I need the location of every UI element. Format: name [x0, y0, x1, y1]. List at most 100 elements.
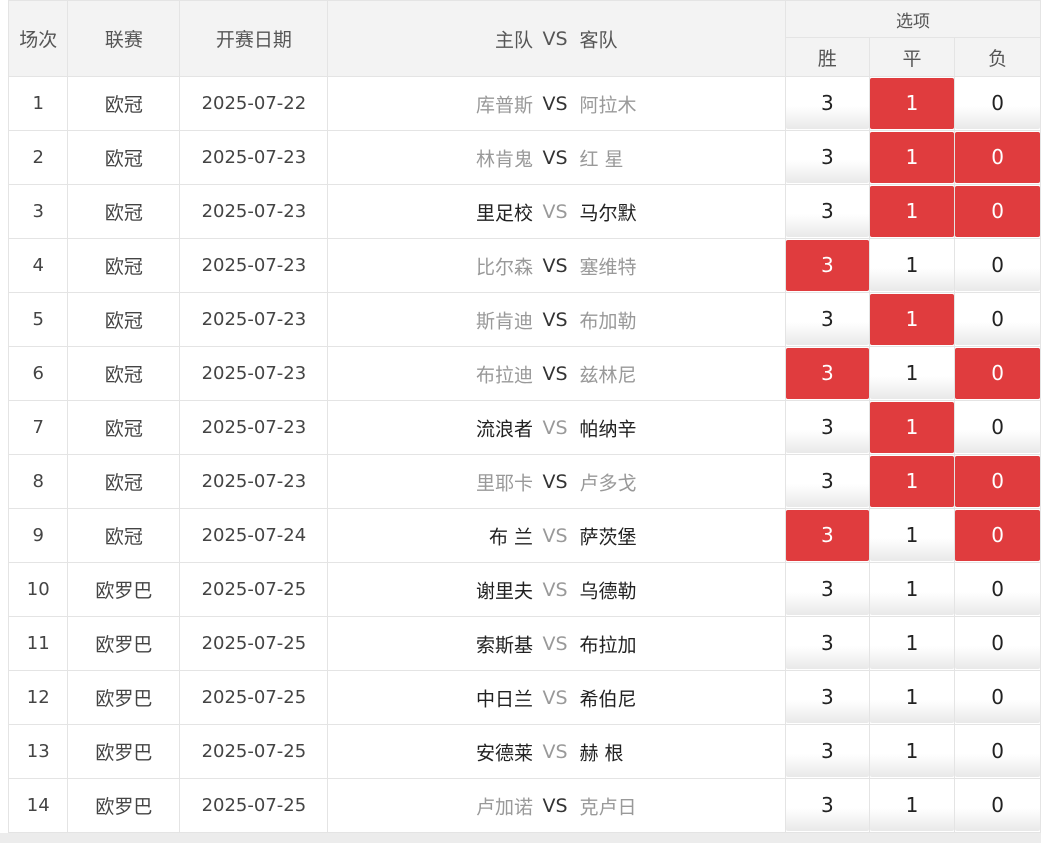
- match-cell: 谢里夫 VS 乌德勒: [327, 562, 786, 617]
- option-draw-button[interactable]: 1: [869, 402, 955, 453]
- header-league: 联赛: [67, 0, 181, 77]
- option-loss-button[interactable]: 0: [955, 564, 1040, 615]
- away-team: 布加勒: [579, 310, 637, 332]
- date-cell: 2025-07-25: [179, 562, 329, 617]
- option-draw-button[interactable]: 1: [869, 132, 955, 183]
- option-loss-button[interactable]: 0: [955, 402, 1040, 453]
- league-cell: 欧冠: [67, 454, 181, 509]
- option-draw-button[interactable]: 1: [869, 564, 955, 615]
- option-draw-button[interactable]: 1: [869, 672, 955, 723]
- match-no-cell: 11: [7, 616, 69, 671]
- option-draw-button[interactable]: 1: [869, 510, 955, 561]
- option-draw-button[interactable]: 1: [869, 294, 955, 345]
- home-team: 里足校: [475, 202, 533, 224]
- table-row: 8 欧冠 2025-07-23 里耶卡 VS 卢多戈 3 1 0: [7, 454, 1041, 509]
- option-win-cell: 3: [784, 724, 870, 779]
- option-draw-button[interactable]: 1: [869, 186, 955, 237]
- table-body: 1 欧冠 2025-07-22 库普斯 VS 阿拉木 3 1 0 2 欧冠 20…: [7, 76, 1041, 833]
- table-row: 12 欧罗巴 2025-07-25 中日兰 VS 希伯尼 3 1 0: [7, 670, 1041, 725]
- option-win-button[interactable]: 3: [785, 510, 869, 561]
- away-team: 红 星: [579, 148, 624, 170]
- match-no-cell: 4: [7, 238, 69, 293]
- page: 场次 联赛 开赛日期 主队 VS 客队 选项 胜 平 负 1 欧冠 2025-0…: [0, 0, 1041, 843]
- match-cell: 中日兰 VS 希伯尼: [327, 670, 786, 725]
- vs-label: VS: [542, 416, 568, 439]
- table-row: 10 欧罗巴 2025-07-25 谢里夫 VS 乌德勒 3 1 0: [7, 562, 1041, 617]
- match-no-cell: 6: [7, 346, 69, 401]
- option-win-button[interactable]: 3: [785, 672, 869, 723]
- match-cell: 库普斯 VS 阿拉木: [327, 76, 786, 131]
- option-win-button[interactable]: 3: [785, 186, 869, 237]
- match-cell: 安德莱 VS 赫 根: [327, 724, 786, 779]
- option-win-button[interactable]: 3: [785, 402, 869, 453]
- option-loss-button[interactable]: 0: [955, 348, 1040, 399]
- option-loss-button[interactable]: 0: [955, 726, 1040, 777]
- table-row: 1 欧冠 2025-07-22 库普斯 VS 阿拉木 3 1 0: [7, 76, 1041, 131]
- match-no-cell: 13: [7, 724, 69, 779]
- option-loss-button[interactable]: 0: [955, 456, 1040, 507]
- option-draw-button[interactable]: 1: [869, 456, 955, 507]
- league-cell: 欧罗巴: [67, 670, 181, 725]
- option-loss-button[interactable]: 0: [955, 672, 1040, 723]
- option-loss-button[interactable]: 0: [955, 780, 1040, 831]
- option-win-button[interactable]: 3: [785, 780, 869, 831]
- option-win-button[interactable]: 3: [785, 348, 869, 399]
- option-draw-button[interactable]: 1: [869, 240, 955, 291]
- option-win-button[interactable]: 3: [785, 240, 869, 291]
- header-option-loss: 负: [954, 37, 1041, 77]
- option-loss-cell: 0: [954, 130, 1041, 185]
- table-row: 2 欧冠 2025-07-23 林肯鬼 VS 红 星 3 1 0: [7, 130, 1041, 185]
- option-loss-button[interactable]: 0: [955, 294, 1040, 345]
- match-no-cell: 12: [7, 670, 69, 725]
- option-win-button[interactable]: 3: [785, 78, 869, 129]
- league-cell: 欧冠: [67, 346, 181, 401]
- option-win-button[interactable]: 3: [785, 564, 869, 615]
- vs-label: VS: [542, 632, 568, 655]
- option-draw-button[interactable]: 1: [869, 78, 955, 129]
- date-cell: 2025-07-23: [179, 400, 329, 455]
- option-draw-button[interactable]: 1: [869, 618, 955, 669]
- horizontal-scrollbar[interactable]: [0, 833, 1041, 843]
- table-row: 7 欧冠 2025-07-23 流浪者 VS 帕纳辛 3 1 0: [7, 400, 1041, 455]
- league-cell: 欧冠: [67, 238, 181, 293]
- header-options: 选项: [784, 0, 1041, 38]
- table-row: 9 欧冠 2025-07-24 布 兰 VS 萨茨堡 3 1 0: [7, 508, 1041, 563]
- match-no-cell: 9: [7, 508, 69, 563]
- option-loss-button[interactable]: 0: [955, 618, 1040, 669]
- vs-label: VS: [542, 308, 568, 331]
- league-cell: 欧冠: [67, 130, 181, 185]
- match-cell: 比尔森 VS 塞维特: [327, 238, 786, 293]
- option-loss-button[interactable]: 0: [955, 510, 1040, 561]
- date-cell: 2025-07-22: [179, 76, 329, 131]
- option-draw-button[interactable]: 1: [869, 726, 955, 777]
- option-loss-button[interactable]: 0: [955, 132, 1040, 183]
- date-cell: 2025-07-23: [179, 346, 329, 401]
- vs-label: VS: [542, 254, 568, 277]
- option-win-cell: 3: [784, 616, 870, 671]
- option-draw-button[interactable]: 1: [869, 780, 955, 831]
- option-draw-cell: 1: [868, 778, 956, 833]
- away-team: 兹林尼: [579, 364, 637, 386]
- header-match-no: 场次: [7, 0, 69, 77]
- option-loss-button[interactable]: 0: [955, 240, 1040, 291]
- home-team: 谢里夫: [475, 580, 533, 602]
- home-team: 中日兰: [475, 688, 533, 710]
- home-team: 流浪者: [475, 418, 533, 440]
- header-date: 开赛日期: [179, 0, 329, 77]
- date-cell: 2025-07-23: [179, 454, 329, 509]
- option-win-button[interactable]: 3: [785, 132, 869, 183]
- option-win-button[interactable]: 3: [785, 618, 869, 669]
- option-loss-button[interactable]: 0: [955, 186, 1040, 237]
- option-draw-button[interactable]: 1: [869, 348, 955, 399]
- option-win-button[interactable]: 3: [785, 456, 869, 507]
- option-draw-cell: 1: [868, 292, 956, 347]
- home-team: 斯肯迪: [475, 310, 533, 332]
- date-cell: 2025-07-25: [179, 616, 329, 671]
- match-no-cell: 8: [7, 454, 69, 509]
- option-loss-button[interactable]: 0: [955, 78, 1040, 129]
- match-no-cell: 3: [7, 184, 69, 239]
- option-win-button[interactable]: 3: [785, 294, 869, 345]
- vs-label: VS: [542, 524, 568, 547]
- option-win-button[interactable]: 3: [785, 726, 869, 777]
- header-home: 主队: [494, 29, 533, 51]
